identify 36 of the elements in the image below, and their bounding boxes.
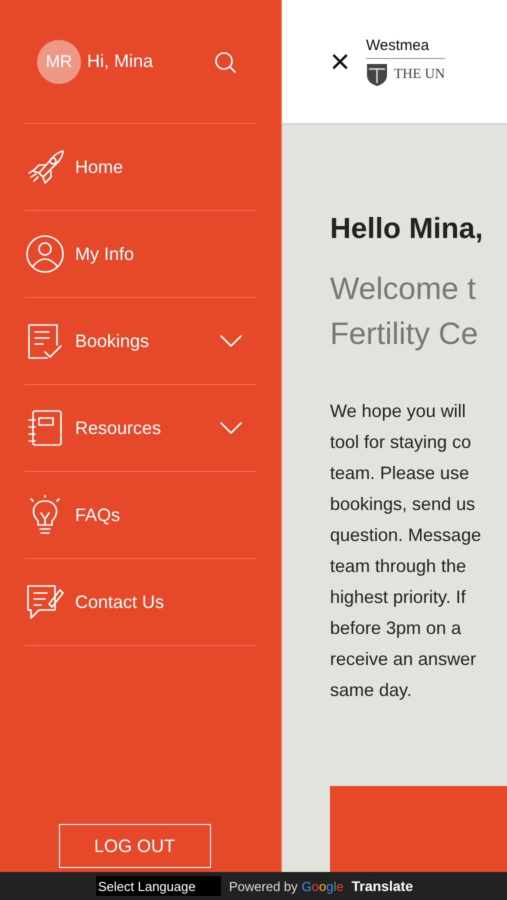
translate-label: Translate	[352, 878, 414, 894]
greeting: Hi, Mina	[87, 51, 154, 72]
body-text: receive an answer	[330, 648, 478, 671]
body-text: same day.	[330, 679, 413, 702]
menu-item[interactable]: Bookings	[25, 298, 256, 385]
brand-name: Westmea	[366, 36, 445, 58]
chat-icon	[25, 582, 65, 622]
crest-icon	[366, 62, 388, 86]
menu-item[interactable]: Home	[25, 124, 256, 211]
rocket-icon	[25, 147, 65, 187]
subheading: Welcome t	[330, 270, 477, 308]
close-button[interactable]: ×	[320, 44, 360, 78]
chevron-icon	[220, 422, 242, 434]
powered-by-text: Powered by	[229, 878, 298, 894]
heading: Hello Mina,	[330, 213, 484, 246]
search-icon[interactable]	[214, 50, 236, 72]
menu-item[interactable]: FAQs	[25, 472, 256, 559]
avatar: MR	[37, 40, 81, 84]
body-text: We hope you will	[330, 400, 467, 423]
menu-item[interactable]: My Info	[25, 211, 256, 298]
menu-item[interactable]: Contact Us	[25, 559, 256, 646]
google-logo: Google	[302, 878, 344, 894]
language-select[interactable]: Select Language	[96, 876, 221, 896]
body-text: question. Message	[330, 524, 482, 547]
body-text: bookings, send us	[330, 493, 476, 516]
menu-item[interactable]: Resources	[25, 385, 256, 472]
university-name: THE UN	[394, 66, 445, 82]
body-text: tool for staying co	[330, 431, 472, 454]
body-text: highest priority. If	[330, 586, 467, 609]
chevron-icon	[220, 335, 242, 347]
subheading: Fertility Ce	[330, 315, 480, 353]
body-text: team. Please use	[330, 462, 470, 485]
body-text: before 3pm on a	[330, 617, 462, 640]
logout-button[interactable]: LOG OUT	[58, 824, 210, 868]
user-icon	[25, 234, 65, 274]
body-text: team through the	[330, 555, 468, 578]
